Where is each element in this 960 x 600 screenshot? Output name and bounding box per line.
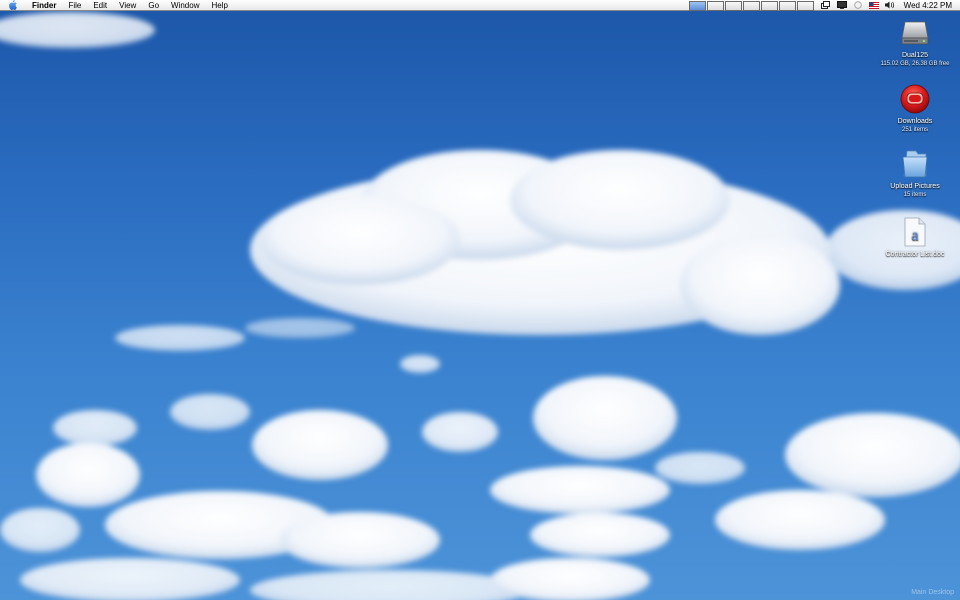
downloads-icon	[898, 82, 932, 116]
menu-bar: Finder File Edit View Go Window Help Wed…	[0, 0, 960, 11]
menu-extras: Wed 4:22 PM	[688, 0, 960, 11]
menu-window[interactable]: Window	[165, 0, 205, 11]
desktop-icon-info: 115.02 GB, 26.38 GB free	[880, 61, 950, 67]
flag-icon[interactable]	[868, 0, 880, 11]
space-5[interactable]	[760, 0, 778, 11]
document-icon: a	[898, 215, 932, 249]
space-7[interactable]	[796, 0, 814, 11]
desktop[interactable]: Finder File Edit View Go Window Help Wed…	[0, 0, 960, 600]
desktop-icon-contractor-list[interactable]: a Contractor List.doc	[870, 215, 960, 259]
spaces-icon[interactable]	[820, 0, 832, 11]
desktop-icon-info: 251 items	[901, 127, 928, 133]
desktop-icon-label: Contractor List.doc	[885, 251, 945, 258]
folder-icon	[898, 147, 932, 181]
desktop-watermark-label: Main Desktop	[911, 589, 954, 596]
menu-file[interactable]: File	[62, 0, 87, 11]
desktop-icon-upload-pictures[interactable]: Upload Pictures 15 items	[870, 147, 960, 199]
space-6[interactable]	[778, 0, 796, 11]
svg-text:a: a	[911, 227, 918, 244]
desktop-icon-dual125[interactable]: Dual125 115.02 GB, 26.38 GB free	[870, 16, 960, 68]
desktop-icon-label: Upload Pictures	[890, 183, 940, 190]
menu-clock[interactable]: Wed 4:22 PM	[898, 0, 960, 11]
sync-icon[interactable]	[852, 0, 864, 11]
apple-icon[interactable]	[4, 0, 20, 11]
menu-finder[interactable]: Finder	[26, 0, 62, 11]
spaces-switcher[interactable]	[688, 0, 814, 11]
hard-drive-icon	[898, 16, 932, 50]
desktop-icon-label: Dual125	[901, 52, 929, 59]
menu-view[interactable]: View	[113, 0, 142, 11]
space-2[interactable]	[706, 0, 724, 11]
space-3[interactable]	[724, 0, 742, 11]
display-icon[interactable]	[836, 0, 848, 11]
menu-go[interactable]: Go	[142, 0, 165, 11]
volume-icon[interactable]	[884, 0, 896, 11]
desktop-icon-info: 15 items	[903, 192, 927, 198]
desktop-icon-label: Downloads	[897, 118, 933, 125]
space-1[interactable]	[688, 0, 706, 11]
space-4[interactable]	[742, 0, 760, 11]
desktop-icon-downloads[interactable]: Downloads 251 items	[870, 82, 960, 134]
menu-edit[interactable]: Edit	[87, 0, 113, 11]
sky-wallpaper	[0, 12, 960, 600]
menu-help[interactable]: Help	[205, 0, 233, 11]
